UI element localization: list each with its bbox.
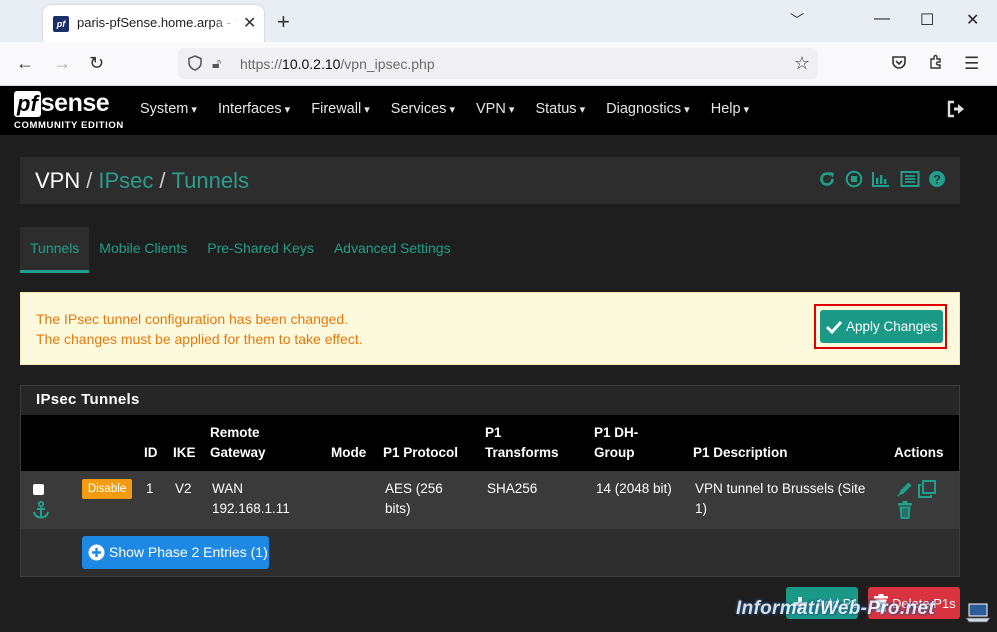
cell-p1-protocol: AES (256 bits)	[385, 481, 443, 516]
checkmark-icon	[825, 320, 843, 334]
main-menu: System Interfaces Firewall Services VPN …	[140, 101, 766, 117]
cell-p1-transforms: SHA256	[487, 481, 538, 496]
hamburger-menu-icon[interactable]: ☰	[964, 54, 979, 74]
url-text[interactable]: https://10.0.2.10/vpn_ipsec.php	[240, 56, 435, 72]
phase2-row: Show Phase 2 Entries (1)	[21, 529, 959, 576]
apply-changes-button[interactable]: Apply Changes	[820, 310, 943, 343]
alert-message-line2: The changes must be applied for them to …	[36, 331, 363, 347]
tab-close-icon[interactable]: ✕	[243, 13, 256, 33]
menu-status[interactable]: Status	[535, 101, 585, 117]
cell-remote-gateway: WAN 192.168.1.11	[212, 481, 290, 516]
apply-highlight-frame: Apply Changes	[814, 304, 947, 349]
address-bar[interactable]: 🔓︎ https://10.0.2.10/vpn_ipsec.php ☆	[178, 48, 818, 79]
breadcrumb-shortcuts: ?	[814, 170, 946, 188]
disable-tunnel-button[interactable]: Disable	[82, 479, 132, 499]
minimize-window-icon[interactable]: —	[874, 10, 890, 28]
menu-interfaces[interactable]: Interfaces	[218, 101, 290, 117]
menu-services[interactable]: Services	[391, 101, 455, 117]
help-icon[interactable]: ?	[928, 170, 946, 188]
status-graph-icon[interactable]	[871, 170, 891, 188]
tab-advanced-settings[interactable]: Advanced Settings	[324, 227, 461, 272]
stop-service-icon[interactable]	[845, 170, 863, 188]
breadcrumb-panel: VPN / IPsec / Tunnels ?	[20, 157, 960, 204]
menu-system[interactable]: System	[140, 101, 197, 117]
tab-tunnels[interactable]: Tunnels	[20, 227, 90, 273]
browser-tab-title: paris-pfSense.home.arpa - VPN: IPsec	[77, 15, 237, 30]
breadcrumb-ipsec-link[interactable]: IPsec	[98, 168, 153, 193]
cell-p1-dh-group: 14 (2048 bit)	[596, 481, 672, 496]
col-p1-description: P1 Description	[693, 445, 788, 460]
menu-firewall[interactable]: Firewall	[311, 101, 370, 117]
config-changed-alert: The IPsec tunnel configuration has been …	[20, 292, 960, 365]
ipsec-tunnels-panel: IPsec Tunnels ID IKE Remote Gateway Mode …	[20, 385, 960, 577]
breadcrumb-vpn: VPN	[35, 168, 81, 193]
row-select-checkbox[interactable]	[33, 484, 44, 495]
col-id: ID	[144, 445, 158, 460]
browser-tab-strip: pf paris-pfSense.home.arpa - VPN: IPsec …	[0, 0, 997, 42]
col-remote-gateway: Remote Gateway	[210, 425, 266, 460]
delete-trash-icon[interactable]	[896, 500, 914, 520]
browser-toolbar: ← → ↻ 🔓︎ https://10.0.2.10/vpn_ipsec.php…	[0, 42, 997, 86]
panel-heading: IPsec Tunnels	[21, 386, 959, 415]
breadcrumb-tunnels-link[interactable]: Tunnels	[172, 168, 249, 193]
log-list-icon[interactable]	[900, 170, 920, 188]
tracking-shield-icon[interactable]	[188, 55, 202, 71]
pfsense-navbar: pfsense COMMUNITY EDITION System Interfa…	[0, 86, 997, 135]
pocket-icon[interactable]	[891, 54, 907, 75]
menu-vpn[interactable]: VPN	[476, 101, 514, 117]
ipsec-tabs: Tunnels Mobile Clients Pre-Shared Keys Adva…	[20, 227, 461, 273]
edition-label: COMMUNITY EDITION	[14, 120, 124, 131]
lock-warning-icon[interactable]: 🔓︎	[212, 55, 221, 72]
col-mode: Mode	[331, 445, 367, 460]
pfsense-favicon-icon: pf	[53, 16, 69, 32]
reload-icon[interactable]: ↻	[89, 53, 104, 74]
col-p1-dh-group: P1 DH- Group	[594, 425, 639, 460]
back-arrow-icon[interactable]: ←	[16, 53, 34, 74]
logout-icon[interactable]	[946, 99, 966, 119]
close-window-icon[interactable]: ✕	[966, 10, 979, 30]
svg-text:?: ?	[933, 173, 940, 187]
col-p1-transforms: P1 Transforms	[485, 425, 559, 460]
cell-id: 1	[146, 481, 154, 496]
copy-icon[interactable]	[917, 479, 937, 499]
extensions-icon[interactable]	[928, 54, 944, 75]
forward-arrow-icon[interactable]: →	[53, 53, 71, 74]
maximize-window-icon[interactable]: ☐	[920, 10, 934, 30]
plus-circle-icon	[88, 544, 105, 561]
cell-p1-description: VPN tunnel to Brussels (Site 1)	[695, 481, 866, 516]
col-ike: IKE	[173, 445, 196, 460]
cell-ike: V2	[175, 481, 192, 496]
pfsense-logo[interactable]: pf sense COMMUNITY EDITION	[14, 90, 123, 131]
new-tab-button[interactable]: +	[277, 9, 290, 35]
panel-title: IPsec Tunnels	[36, 391, 140, 408]
col-p1-protocol: P1 Protocol	[383, 445, 459, 460]
table-row: Disable 1 V2 WAN 192.168.1.11 AES (256 bit…	[21, 471, 959, 529]
table-header: ID IKE Remote Gateway Mode P1 Protocol P1…	[21, 415, 959, 471]
edit-pencil-icon[interactable]	[896, 480, 914, 498]
menu-diagnostics[interactable]: Diagnostics	[606, 101, 690, 117]
list-tabs-chevron-icon[interactable]: ﹀	[790, 10, 804, 30]
restart-service-icon[interactable]	[818, 170, 836, 188]
show-phase2-entries-button[interactable]: Show Phase 2 Entries (1)	[82, 536, 269, 569]
menu-help[interactable]: Help	[711, 101, 749, 117]
watermark-laptop-icon	[965, 603, 991, 623]
col-actions: Actions	[894, 445, 944, 460]
tab-pre-shared-keys[interactable]: Pre-Shared Keys	[197, 227, 324, 272]
anchor-move-icon[interactable]	[31, 500, 51, 520]
browser-tab[interactable]: pf paris-pfSense.home.arpa - VPN: IPsec …	[43, 5, 264, 42]
tab-mobile-clients[interactable]: Mobile Clients	[89, 227, 197, 272]
breadcrumb: VPN / IPsec / Tunnels	[35, 168, 249, 193]
alert-message-line1: The IPsec tunnel configuration has been …	[36, 311, 349, 327]
bookmark-star-icon[interactable]: ☆	[794, 53, 810, 74]
site-watermark: InformatiWeb-Pro.net	[736, 598, 935, 619]
